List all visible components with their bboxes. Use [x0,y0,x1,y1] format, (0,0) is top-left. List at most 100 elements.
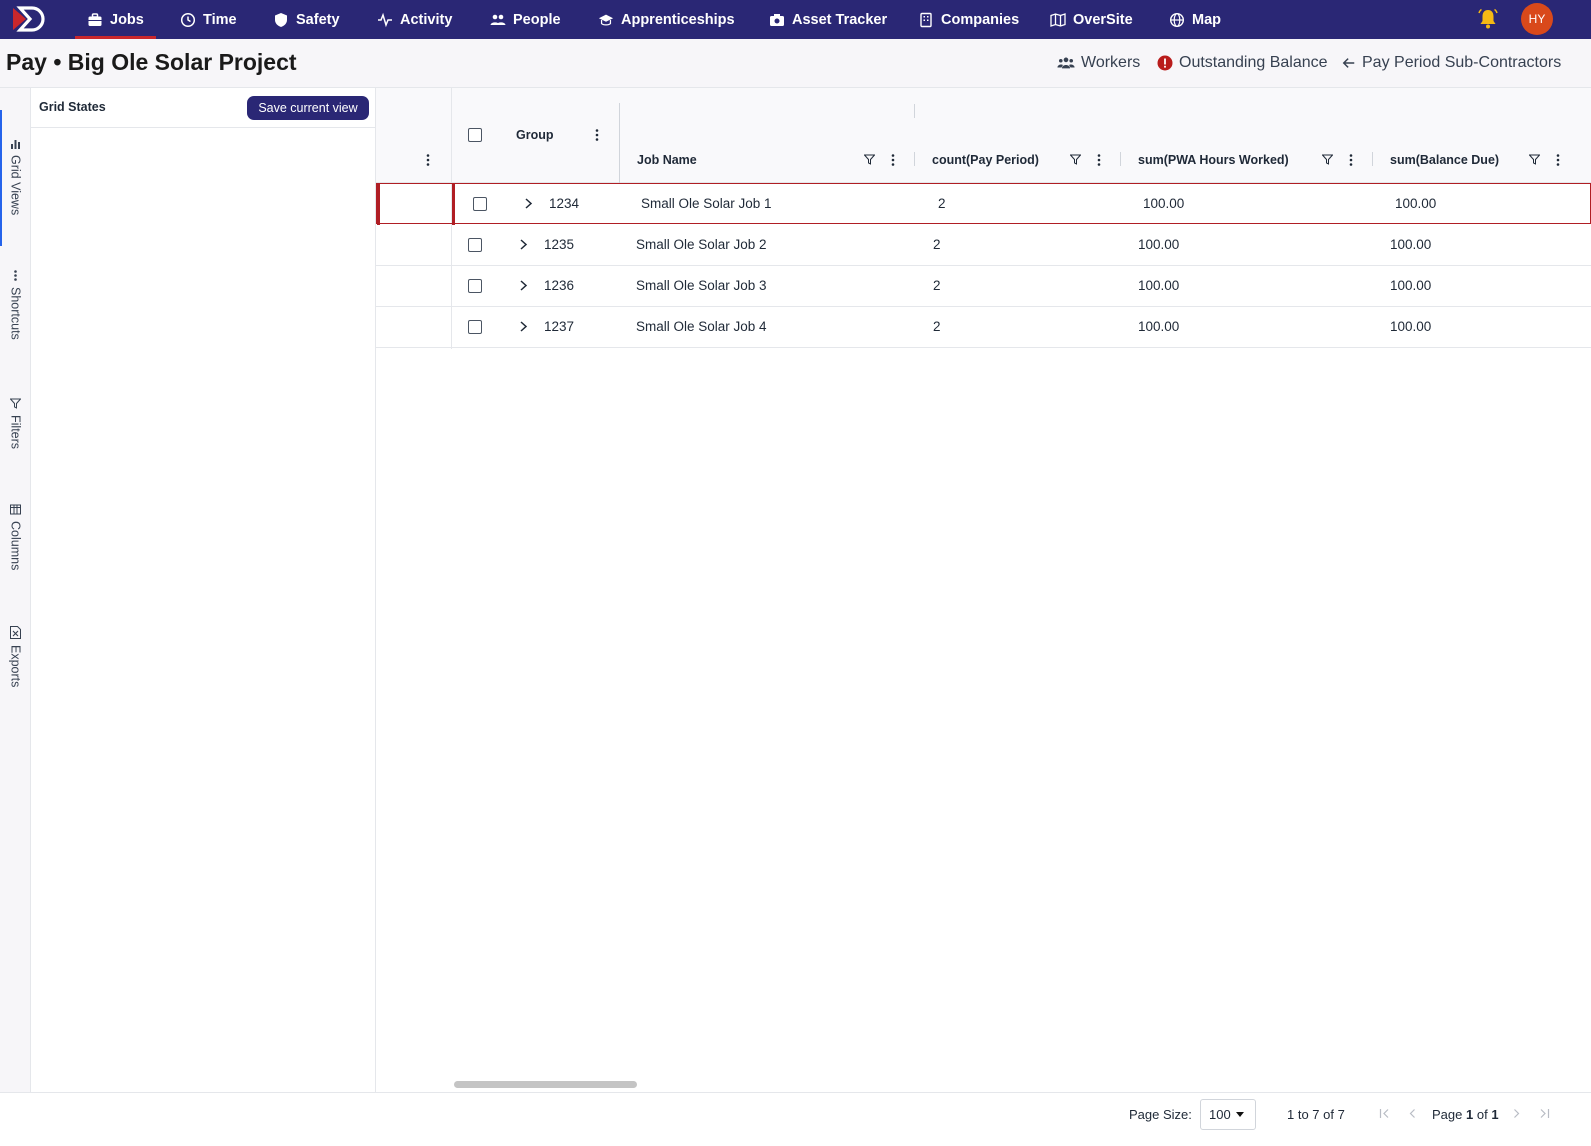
page-header: Pay • Big Ole Solar Project Workers Outs… [0,39,1591,88]
grid-states-panel: Grid States Save current view [31,88,376,1092]
page-of: of [1476,1107,1488,1122]
tab-exports[interactable]: Exports [0,626,31,687]
pinned-separator [451,88,452,183]
cell-balance: 100.00 [1390,237,1432,252]
nav-asset-tracker[interactable]: Asset Tracker [769,0,887,39]
cell-job-name: Small Ole Solar Job 2 [636,237,767,252]
row-focus-indicator [452,183,455,225]
cell-group: 1234 [549,196,580,211]
arrow-left-icon [1342,58,1355,68]
cell-hours: 100.00 [1138,319,1180,334]
cell-hours: 100.00 [1143,196,1185,211]
count-filter-icon[interactable] [1070,154,1081,165]
column-header-group[interactable]: Group [516,128,554,142]
back-pay-period-link[interactable]: Pay Period Sub-Contractors [1342,53,1561,73]
chevron-right-icon[interactable] [524,198,533,209]
row-checkbox[interactable] [468,279,482,293]
notification-bell-icon[interactable] [1476,7,1500,31]
last-page-icon[interactable] [1539,1108,1550,1119]
column-header-count-pay-period[interactable]: count(Pay Period) [932,153,1039,167]
table-row[interactable]: 1234 Small Ole Solar Job 1 2 100.00 100.… [376,183,1591,225]
graduation-cap-icon [598,14,614,26]
table-row[interactable]: 1237 Small Ole Solar Job 4 2 100.00 100.… [376,307,1591,348]
outstanding-balance-link[interactable]: Outstanding Balance [1157,53,1328,73]
table-row[interactable]: 1235 Small Ole Solar Job 2 2 100.00 100.… [376,225,1591,266]
page-title: Pay • Big Ole Solar Project [6,49,297,75]
job-name-menu-icon[interactable] [891,154,895,166]
top-navbar: Jobs Time Safety Activity People Apprent… [0,0,1591,39]
briefcase-icon [88,12,102,26]
users-icon [1057,57,1075,69]
horizontal-scrollbar-thumb[interactable] [454,1081,637,1088]
chevron-right-icon[interactable] [519,321,528,332]
count-menu-icon[interactable] [1097,154,1101,166]
nav-activity[interactable]: Activity [377,0,452,39]
globe-icon [1169,12,1185,27]
balance-filter-icon[interactable] [1529,154,1540,165]
previous-page-icon[interactable] [1407,1108,1418,1119]
nav-oversite[interactable]: OverSite [1050,0,1133,39]
back-link-label: Pay Period Sub-Contractors [1362,54,1562,71]
hours-filter-icon[interactable] [1322,154,1333,165]
hours-menu-icon[interactable] [1349,154,1353,166]
tab-filters-label: Filters [8,415,23,450]
nav-people[interactable]: People [490,0,561,39]
table-row[interactable]: 1236 Small Ole Solar Job 3 2 100.00 100.… [376,266,1591,307]
tab-shortcuts-label: Shortcuts [8,287,23,340]
nav-safety[interactable]: Safety [273,0,340,39]
cell-balance: 100.00 [1390,319,1432,334]
cell-hours: 100.00 [1138,278,1180,293]
shield-icon [275,12,287,27]
chevron-right-icon[interactable] [519,239,528,250]
cell-count: 2 [938,196,946,211]
grid-states-title: Grid States [39,100,106,114]
group-column-menu-icon[interactable] [595,129,599,141]
cell-count: 2 [933,319,941,334]
row-checkbox[interactable] [473,197,487,211]
cell-count: 2 [933,278,941,293]
first-page-icon[interactable] [1379,1108,1390,1119]
save-current-view-button[interactable]: Save current view [247,96,369,120]
balance-menu-icon[interactable] [1556,154,1560,166]
count-separator[interactable] [1120,152,1121,166]
nav-map[interactable]: Map [1169,0,1221,39]
pagination-bar: Page Size: 100 1 to 7 of 7 Page 1 of 1 [0,1092,1591,1146]
column-header-job-name[interactable]: Job Name [637,153,697,167]
row-range-text: 1 to 7 of 7 [1287,1107,1345,1122]
job-name-separator[interactable] [914,152,915,166]
row-checkbox[interactable] [468,238,482,252]
column-header-pwa-hours[interactable]: sum(PWA Hours Worked) [1138,153,1289,167]
nav-jobs[interactable]: Jobs [75,0,156,39]
page-current: 1 [1466,1107,1474,1122]
group-column-separator[interactable] [619,103,620,183]
column-header-balance-due[interactable]: sum(Balance Due) [1390,153,1499,167]
row-checkbox[interactable] [468,320,482,334]
job-name-filter-icon[interactable] [864,154,875,165]
nav-companies[interactable]: Companies [918,0,1019,39]
data-grid: Group Job Name count(Pay Period) sum(PWA… [376,88,1591,1092]
chevron-right-icon[interactable] [519,280,528,291]
nav-apprenticeships[interactable]: Apprenticeships [598,0,735,39]
tab-columns[interactable]: Columns [0,504,31,570]
tab-grid-views[interactable]: Grid Views [0,138,31,215]
page-size-label: Page Size: [1129,1107,1192,1122]
cell-job-name: Small Ole Solar Job 3 [636,278,767,293]
user-avatar[interactable]: HY [1521,3,1553,35]
avatar-initials: HY [1528,12,1546,26]
grid-states-header: Grid States Save current view [31,88,375,128]
cell-group: 1236 [544,278,575,293]
map-icon [1050,12,1066,27]
hours-separator[interactable] [1372,152,1373,166]
cell-count: 2 [933,237,941,252]
tab-shortcuts[interactable]: Shortcuts [0,270,31,340]
pinned-column-menu-icon[interactable] [426,154,430,166]
caret-down-icon [1235,1112,1244,1117]
clock-icon [180,12,196,27]
select-all-checkbox[interactable] [468,128,482,142]
page-size-select[interactable]: 100 [1200,1099,1256,1130]
nav-time[interactable]: Time [180,0,237,39]
tab-filters[interactable]: Filters [0,398,31,449]
workers-link[interactable]: Workers [1057,53,1140,73]
app-logo-icon[interactable] [10,4,50,34]
next-page-icon[interactable] [1511,1108,1522,1119]
